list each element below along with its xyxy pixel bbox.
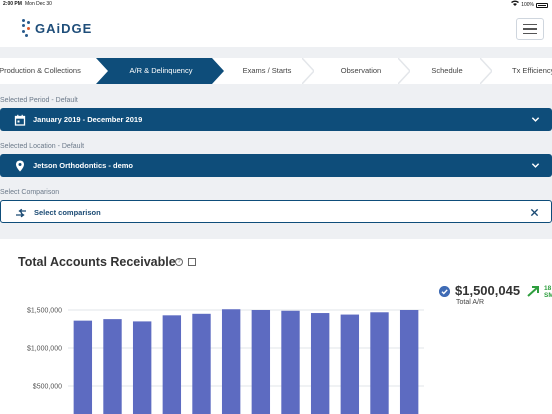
- bar-10[interactable]: [340, 314, 360, 414]
- dashboard-tabs: Production & Collections A/R & Delinquen…: [0, 58, 552, 84]
- bar-1[interactable]: [73, 320, 93, 414]
- comparison-selector[interactable]: Select comparison: [0, 200, 552, 223]
- bar-12[interactable]: [399, 310, 419, 414]
- tab-production-collections[interactable]: Production & Collections: [0, 58, 88, 84]
- status-bar: 2:00 PM Mon Dec 30 100%: [0, 0, 552, 9]
- status-date: Mon Dec 30: [25, 1, 52, 7]
- bar-9[interactable]: [310, 313, 330, 414]
- comparison-placeholder: Select comparison: [34, 208, 101, 217]
- comparison-label: Select Comparison: [0, 189, 60, 196]
- tab-tx-efficiency[interactable]: Tx Efficiency: [500, 58, 552, 84]
- status-time: 2:00 PM: [3, 1, 22, 7]
- battery-icon: [536, 2, 548, 8]
- bar-4[interactable]: [162, 315, 182, 414]
- location-value: Jetson Orthodontics - demo: [33, 161, 134, 170]
- chevron-down-icon: [531, 163, 540, 168]
- top-navbar: GAiDGE: [0, 9, 552, 47]
- bar-8[interactable]: [281, 310, 300, 414]
- ar-bar-chart: $1,500,000 $1,000,000 $500,000: [27, 308, 424, 414]
- y-tick-label: $1,500,000: [27, 308, 62, 315]
- tab-exams-starts[interactable]: Exams / Starts: [228, 58, 306, 84]
- bar-11[interactable]: [370, 312, 389, 414]
- location-label: Selected Location - Default: [0, 143, 85, 150]
- location-selector[interactable]: Jetson Orthodontics - demo: [0, 154, 552, 177]
- menu-line-icon: [523, 32, 537, 35]
- chevron-down-icon: [531, 117, 540, 122]
- logo-mark-icon: [20, 19, 32, 37]
- bar-7[interactable]: [251, 310, 271, 414]
- location-pin-icon: [16, 160, 24, 172]
- menu-line-icon: [523, 28, 537, 30]
- tab-schedule[interactable]: Schedule: [412, 58, 482, 84]
- bar-6[interactable]: [221, 309, 241, 414]
- period-selector[interactable]: January 2019 - December 2019: [0, 108, 552, 131]
- total-ar-card: Total Accounts Receivable ? $1,500,045 T…: [0, 239, 552, 414]
- bar-5[interactable]: [192, 313, 211, 414]
- bar-3[interactable]: [132, 321, 152, 414]
- period-value: January 2019 - December 2019: [33, 115, 143, 124]
- calendar-icon: [14, 114, 26, 126]
- period-label: Selected Period - Default: [0, 97, 78, 104]
- tab-observation[interactable]: Observation: [318, 58, 404, 84]
- bar-2[interactable]: [103, 319, 122, 414]
- y-tick-label: $1,000,000: [27, 346, 62, 353]
- brand-name: GAiDGE: [35, 20, 93, 36]
- close-icon[interactable]: [530, 208, 539, 217]
- compare-arrows-icon: [16, 208, 26, 218]
- brand-logo[interactable]: GAiDGE: [20, 19, 92, 37]
- menu-line-icon: [523, 23, 537, 26]
- hamburger-menu-button[interactable]: [516, 18, 544, 40]
- y-tick-label: $500,000: [33, 384, 62, 391]
- tab-ar-delinquency[interactable]: A/R & Delinquency: [108, 58, 214, 84]
